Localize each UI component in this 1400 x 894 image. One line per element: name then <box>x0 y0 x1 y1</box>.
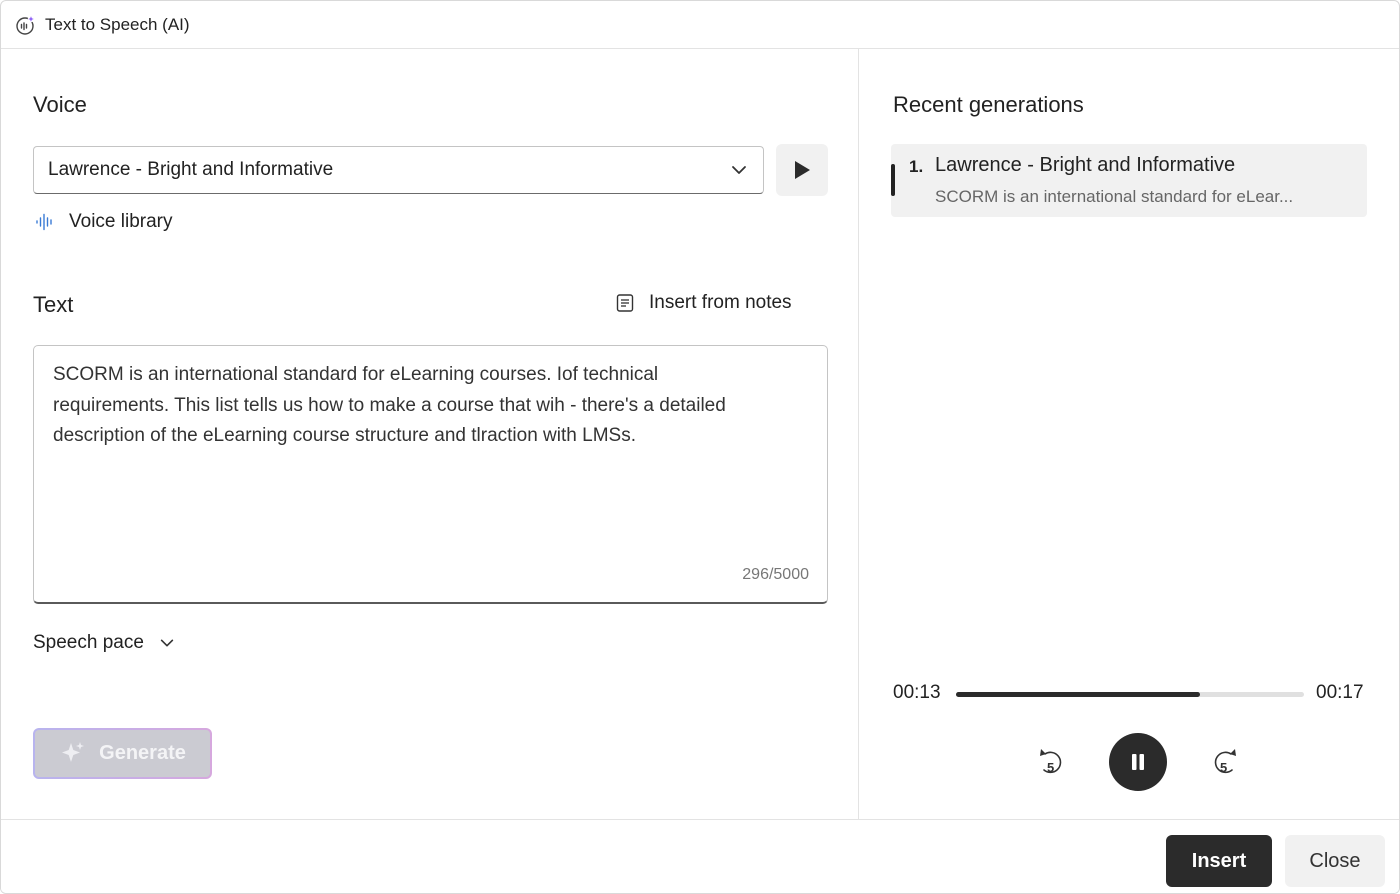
voice-dropdown-value: Lawrence - Bright and Informative <box>48 159 334 180</box>
rewind-seconds: 5 <box>1047 760 1055 775</box>
play-icon <box>793 160 811 180</box>
tts-dialog: Text to Speech (AI) Voice Lawrence - Bri… <box>0 0 1400 894</box>
dialog-footer: Insert Close <box>1 819 1399 893</box>
sparkle-icon <box>59 740 87 768</box>
recent-item-snippet: SCORM is an international standard for e… <box>935 187 1294 206</box>
notes-icon <box>615 293 635 313</box>
rewind-5-button[interactable]: 5 <box>1035 745 1069 779</box>
ai-voice-icon <box>15 15 35 35</box>
speech-pace-label: Speech pace <box>33 632 144 653</box>
total-time: 00:17 <box>1316 682 1364 703</box>
recent-pane: Recent generations 1. Lawrence - Bright … <box>859 49 1399 819</box>
insert-from-notes-label: Insert from notes <box>649 292 792 313</box>
text-input[interactable]: SCORM is an international standard for e… <box>33 345 828 604</box>
selected-marker <box>891 164 895 196</box>
recent-item-name: Lawrence - Bright and Informative <box>935 154 1236 176</box>
title-bar: Text to Speech (AI) <box>1 1 1399 49</box>
voice-heading: Voice <box>33 92 87 117</box>
voice-dropdown[interactable]: Lawrence - Bright and Informative <box>33 146 764 194</box>
voice-library-link[interactable]: Voice library <box>35 211 173 233</box>
playback-progress-bar[interactable] <box>956 692 1304 697</box>
insert-button[interactable]: Insert <box>1166 835 1272 887</box>
chevron-down-icon <box>158 634 176 652</box>
text-heading: Text <box>33 292 74 317</box>
voice-library-label: Voice library <box>69 211 173 232</box>
waveform-icon <box>35 212 55 232</box>
settings-pane: Voice Lawrence - Bright and Informative <box>1 49 859 819</box>
current-time: 00:13 <box>893 682 941 703</box>
recent-generation-item[interactable]: 1. Lawrence - Bright and Informative SCO… <box>891 144 1367 217</box>
recent-item-index: 1. <box>909 157 924 176</box>
insert-from-notes-button[interactable]: Insert from notes <box>615 292 792 314</box>
chevron-down-icon <box>729 160 749 180</box>
generate-label: Generate <box>99 742 186 764</box>
forward-seconds: 5 <box>1220 760 1228 775</box>
window-title: Text to Speech (AI) <box>45 14 190 34</box>
pause-icon <box>1129 752 1147 772</box>
generate-button[interactable]: Generate <box>33 728 212 779</box>
recent-generations-heading: Recent generations <box>893 92 1084 117</box>
character-count: 296/5000 <box>742 565 809 583</box>
close-button[interactable]: Close <box>1285 835 1385 887</box>
playback-progress-fill <box>956 692 1200 697</box>
text-input-value: SCORM is an international standard for e… <box>53 364 726 446</box>
forward-5-button[interactable]: 5 <box>1207 745 1241 779</box>
preview-voice-button[interactable] <box>776 144 828 196</box>
speech-pace-toggle[interactable]: Speech pace <box>33 632 176 654</box>
pause-button[interactable] <box>1109 733 1167 791</box>
